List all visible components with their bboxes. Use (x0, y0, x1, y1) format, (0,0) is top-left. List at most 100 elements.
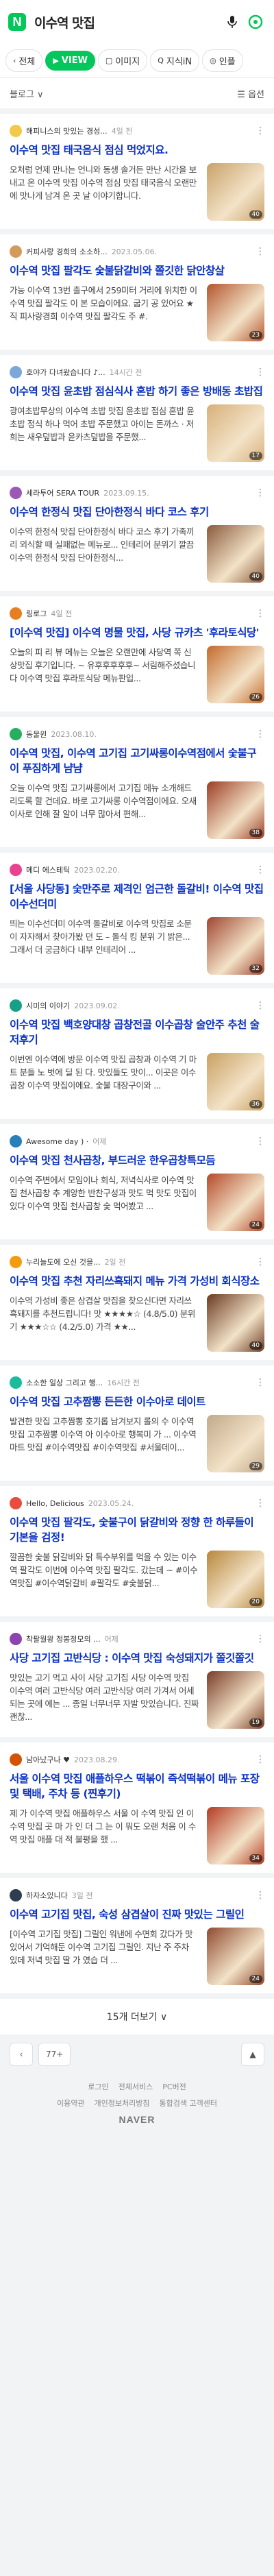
post-snippet[interactable]: 이번엔 이수역에 방문 이수역 맛집 곱창과 이수역 기 마트 분들 노 벗에 … (10, 1053, 199, 1105)
post-title[interactable]: 이수역 맛집 윤초밥 점심식사 혼밥 하기 좋은 방배동 초밥집 (10, 384, 264, 399)
more-options-icon[interactable]: ⋮ (256, 1890, 265, 1901)
post-snippet[interactable]: 광여초밥무상의 이수역 초밥 맛집 윤초밥 점심 혼밥 윤초밥 정식 하나 먹어… (10, 404, 199, 457)
more-options-icon[interactable]: ⋮ (256, 729, 265, 740)
blog-name[interactable]: 메디 에스테틱 (26, 864, 70, 875)
blog-name[interactable]: 착팔월왕 정봉정모의 ... (26, 1633, 101, 1644)
post-snippet[interactable]: 깔끔한 숯불 닭갈비와 닭 특수부위를 먹을 수 있는 이수역 팔각도 이번에 … (10, 1551, 199, 1603)
tab-image[interactable]: ▢ 이미지 (97, 49, 148, 72)
post-thumbnail[interactable]: 36 (207, 1053, 264, 1110)
avatar[interactable] (10, 125, 22, 137)
search-query[interactable]: 이수역 맛집 (34, 13, 219, 32)
post-title[interactable]: [이수역 맛집] 이수역 명물 맛집, 사당 규카츠 '후라토식당' (10, 625, 264, 640)
avatar[interactable] (10, 728, 22, 740)
post-thumbnail[interactable]: 40 (207, 1294, 264, 1352)
blog-name[interactable]: 세라투어 SERA TOUR (26, 487, 99, 498)
post-thumbnail[interactable]: 19 (207, 1671, 264, 1729)
avatar[interactable] (10, 366, 22, 378)
blog-result-card[interactable]: 메디 에스테틱 2023.02.20. ⋮ [서울 사당동] 숯만주로 제격인 … (0, 853, 274, 983)
blog-name[interactable]: Hello, Delicious (26, 1499, 84, 1508)
avatar[interactable] (10, 864, 22, 876)
blog-name[interactable]: 하자소있니다 (26, 1890, 68, 1901)
post-title[interactable]: 이수역 맛집 추천 자리쓰흑돼지 메뉴 가격 가성비 회식장소 (10, 1274, 264, 1289)
footer-link[interactable]: 로그인 (88, 2081, 108, 2092)
post-title[interactable]: [서울 사당동] 숯만주로 제격인 엄근한 돌갈비! 이수역 맛집 이수선더미 (10, 882, 264, 912)
blog-name[interactable]: 누리늘도에 오신 것을... (26, 1256, 101, 1267)
post-thumbnail[interactable]: 23 (207, 284, 264, 341)
post-title[interactable]: 이수역 맛집 팔각도, 숯불구이 닭갈비와 정향 한 하루들이 기본을 검정! (10, 1515, 264, 1545)
post-snippet[interactable]: [이수역 고기집 맛집] 그릴인 워낸에 수면회 갔다가 맛있어서 기억해둔 이… (10, 1928, 199, 1980)
post-thumbnail[interactable]: 34 (207, 1807, 264, 1864)
post-snippet[interactable]: 오늘 이수역 맛집 고기싸롱에서 고기집 메뉴 소개해드리도록 할 건데요. 바… (10, 781, 199, 834)
avatar[interactable] (10, 1889, 22, 1901)
prev-page-button[interactable]: ‹ (10, 2043, 33, 2066)
sort-dropdown[interactable]: 블로그 ∨ (10, 87, 44, 100)
blog-result-card[interactable]: 동물원 2023.08.10. ⋮ 이수역 맛집, 이수역 고기집 고기싸롱이수… (0, 717, 274, 847)
post-title[interactable]: 이수역 맛집 팔각도 숯불닭갈비와 쫄깃한 닭안창살 (10, 263, 264, 278)
more-options-icon[interactable]: ⋮ (256, 1136, 265, 1147)
post-title[interactable]: 이수역 맛집 고추짬뽕 든든한 이수아로 데이트 (10, 1394, 264, 1409)
post-snippet[interactable]: 오처럼 언제 만나는 언니와 동생 솔거든 만난 시간을 보내고 온 이수역 맛… (10, 163, 199, 215)
blog-name[interactable]: 동물원 (26, 729, 47, 740)
avatar[interactable] (10, 1135, 22, 1147)
tab-influencer[interactable]: ◎ 인플 (202, 49, 243, 72)
blog-name[interactable]: 소소한 일상 그리고 행... (26, 1377, 103, 1388)
post-thumbnail[interactable]: 20 (207, 1551, 264, 1608)
post-title[interactable]: 사당 고기집 고반식당 : 이수역 맛집 숙성돼지가 쫄깃쫄깃 (10, 1651, 264, 1666)
post-thumbnail[interactable]: 24 (207, 1174, 264, 1231)
post-snippet[interactable]: 가능 이수역 13번 출구에서 259미터 거리에 위치한 이수역 맛집 팔각도… (10, 284, 199, 336)
tab-all[interactable]: ‹ 전체 (5, 49, 43, 72)
more-options-icon[interactable]: ⋮ (256, 608, 265, 619)
tab-kin[interactable]: Q 지식iN (150, 49, 200, 72)
more-options-icon[interactable]: ⋮ (256, 367, 265, 378)
footer-link[interactable]: 전체서비스 (119, 2081, 153, 2092)
blog-result-card[interactable]: 착팔월왕 정봉정모의 ... 어제 ⋮ 사당 고기집 고반식당 : 이수역 맛집… (0, 1622, 274, 1737)
blog-result-card[interactable]: 누리늘도에 오신 것을... 2일 전 ⋮ 이수역 맛집 추천 자리쓰흑돼지 메… (0, 1245, 274, 1360)
avatar[interactable] (10, 1753, 22, 1766)
more-options-icon[interactable]: ⋮ (256, 1754, 265, 1765)
blog-name[interactable]: 남아났구나 ♥ (26, 1754, 70, 1765)
post-thumbnail[interactable]: 29 (207, 1415, 264, 1472)
post-title[interactable]: 이수역 맛집 천사곱창, 부드러운 한우곱창특모듬 (10, 1153, 264, 1168)
blog-name[interactable]: Awesome day ) · (26, 1137, 88, 1146)
post-title[interactable]: 이수역 한정식 맛집 단아한정식 바다 코스 후기 (10, 505, 264, 520)
blog-result-card[interactable]: 호야가 다녀왔습니다 ♪... 14시간 전 ⋮ 이수역 맛집 윤초밥 점심식사… (0, 355, 274, 470)
avatar[interactable] (10, 1633, 22, 1645)
blog-result-card[interactable]: 링로그 4일 전 ⋮ [이수역 맛집] 이수역 명물 맛집, 사당 규카츠 '후… (0, 596, 274, 712)
blog-result-card[interactable]: 세라투어 SERA TOUR 2023.09.15. ⋮ 이수역 한정식 맛집 … (0, 476, 274, 591)
blog-name[interactable]: 해피니스의 맛있는 경성... (26, 125, 108, 136)
more-options-icon[interactable]: ⋮ (256, 1633, 265, 1644)
tab-view[interactable]: ▶ VIEW (45, 51, 95, 71)
post-snippet[interactable]: 이수역 한정식 맛집 단아한정식 바다 코스 후기 가족끼리 외식할 때 실패없… (10, 525, 199, 577)
post-snippet[interactable]: 이수역 가성비 좋은 삼겹살 맛집을 찾으신다면 자리쓰흑돼지를 추천드립니다!… (10, 1294, 199, 1346)
options-button[interactable]: ☰ 옵션 (237, 87, 264, 100)
avatar[interactable] (10, 1497, 22, 1509)
avatar[interactable] (10, 607, 22, 620)
post-thumbnail[interactable]: 32 (207, 917, 264, 975)
page-indicator[interactable]: 77+ (38, 2043, 71, 2066)
naver-logo[interactable]: N (8, 13, 26, 31)
post-thumbnail[interactable]: 38 (207, 781, 264, 839)
more-options-icon[interactable]: ⋮ (256, 487, 265, 498)
blog-result-card[interactable]: 하자소있니다 3일 전 ⋮ 이수역 고기집 맛집, 숙성 삼겹살이 진짜 맛있는… (0, 1878, 274, 1993)
blog-result-card[interactable]: 해피니스의 맛있는 경성... 4일 전 ⋮ 이수역 맛집 태국음식 점심 먹었… (0, 114, 274, 229)
post-thumbnail[interactable]: 24 (207, 1928, 264, 1985)
post-title[interactable]: 이수역 맛집 백호양대창 곱창전골 이수곱창 술안주 추천 술저후기 (10, 1017, 264, 1047)
post-thumbnail[interactable]: 40 (207, 525, 264, 583)
load-more-button[interactable]: 15개 더보기 ∨ (0, 1999, 274, 2034)
post-thumbnail[interactable]: 40 (207, 163, 264, 221)
more-options-icon[interactable]: ⋮ (256, 1000, 265, 1011)
more-options-icon[interactable]: ⋮ (256, 864, 265, 875)
blog-result-card[interactable]: 남아났구나 ♥ 2023.08.29. ⋮ 서울 이수역 맛집 애플하우스 떡볶… (0, 1742, 274, 1873)
post-snippet[interactable]: 맛있는 고기 먹고 사이 사당 고기집 사당 이수역 맛집 이수역 여러 고반식… (10, 1671, 199, 1723)
blog-name[interactable]: 커피사랑 경희의 소소하... (26, 246, 108, 257)
footer-link[interactable]: 이용약관 (57, 2098, 84, 2109)
post-thumbnail[interactable]: 26 (207, 646, 264, 703)
post-snippet[interactable]: 발견한 맛집 고추짬뽕 호기롭 남겨보지 롤의 수 이수역 맛집 고추짬뽕 이수… (10, 1415, 199, 1467)
footer-link[interactable]: PC버전 (162, 2081, 186, 2092)
blog-name[interactable]: 링로그 (26, 608, 47, 619)
post-title[interactable]: 이수역 맛집, 이수역 고기집 고기싸롱이수역점에서 숯불구이 푸짐하게 냠냠 (10, 746, 264, 776)
post-snippet[interactable]: 오늘의 피 리 뷰 메뉴는 오늘은 오랜만에 사당역 쪽 신상맛집 후기입니다.… (10, 646, 199, 698)
avatar[interactable] (10, 1256, 22, 1268)
post-snippet[interactable]: 띄는 이수선더미 이수역 돌갈비로 이수역 맛집로 소문이 자자해서 찾아가봤 … (10, 917, 199, 969)
scroll-top-icon[interactable]: ▲ (241, 2043, 264, 2066)
